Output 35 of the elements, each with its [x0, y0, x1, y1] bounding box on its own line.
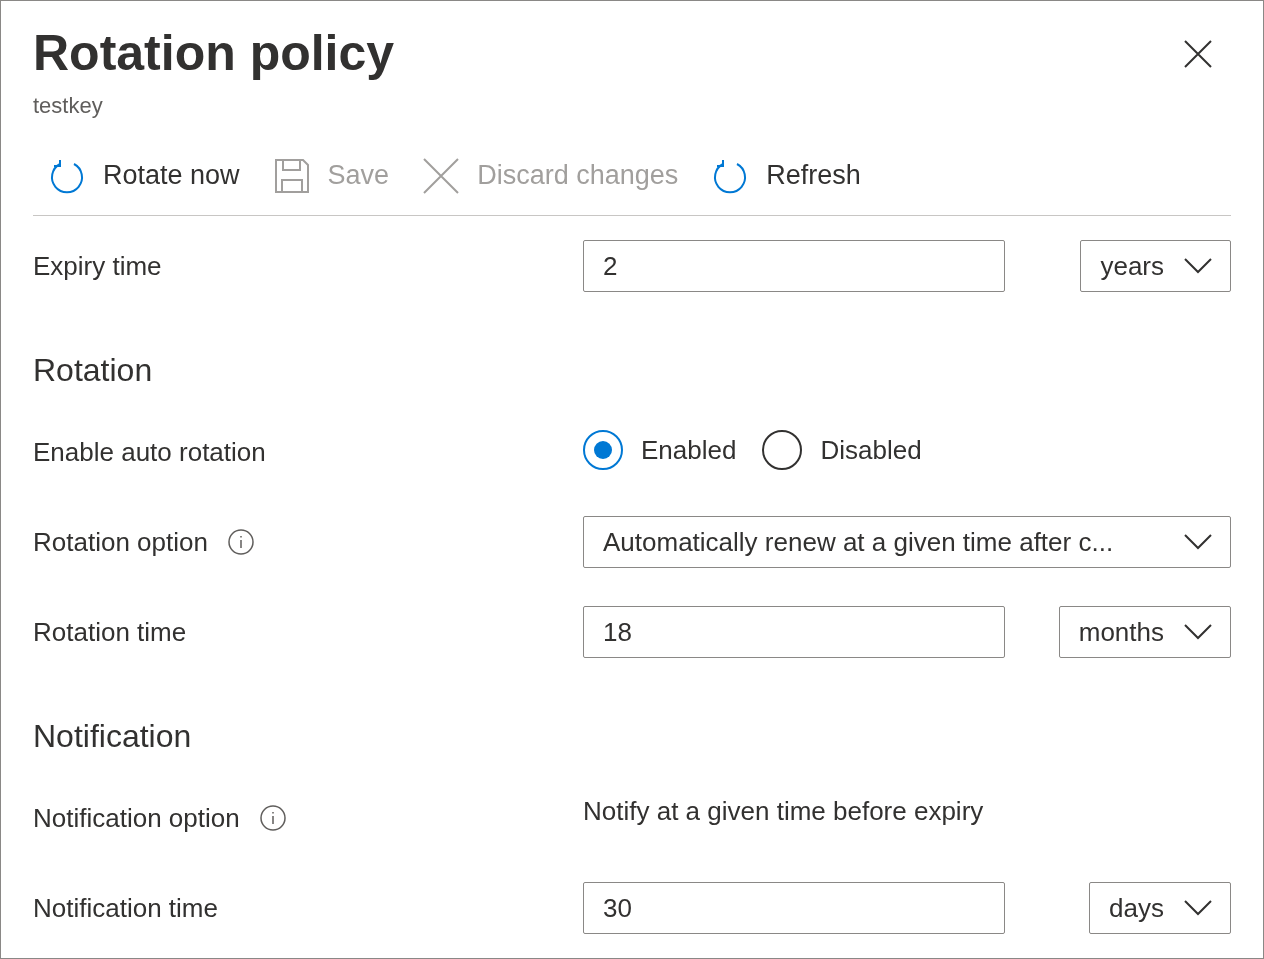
panel-subtitle: testkey — [33, 92, 104, 120]
unit-dropdown[interactable]: months — [1058, 606, 1231, 658]
chevron-down-icon — [1184, 534, 1212, 550]
radio-option[interactable]: Disabled — [762, 430, 922, 470]
field-label: Notification option — [33, 801, 240, 835]
close-icon — [423, 157, 460, 194]
unit-dropdown[interactable]: years — [1080, 240, 1231, 292]
info-icon[interactable] — [227, 529, 254, 555]
radio-button[interactable] — [762, 430, 803, 470]
save-icon — [273, 157, 310, 194]
field-label: Notification time — [33, 891, 218, 925]
field-label: Enable auto rotation — [33, 435, 266, 469]
input-field[interactable]: 30 — [583, 882, 1005, 934]
refresh-icon — [712, 157, 749, 194]
toolbar-button[interactable]: Refresh — [712, 155, 861, 196]
chevron-down-icon — [1184, 624, 1212, 640]
refresh-icon — [49, 157, 85, 194]
notification-option-value: Notify at a given time before expiry — [583, 794, 984, 828]
input-field[interactable]: 2 — [583, 240, 1005, 292]
chevron-down-icon — [1184, 258, 1212, 274]
toolbar-button[interactable]: Rotate now — [49, 155, 240, 196]
section-heading: Notification — [33, 717, 192, 756]
section-heading: Rotation — [33, 351, 153, 390]
radio-button[interactable] — [583, 430, 623, 470]
radio-option[interactable]: Enabled — [583, 430, 737, 470]
rotation-option-dropdown[interactable]: Automatically renew at a given time after c... — [583, 516, 1231, 568]
panel-title: Rotation policy — [33, 24, 395, 83]
field-label: Expiry time — [33, 249, 162, 283]
field-label: Rotation time — [33, 615, 187, 649]
unit-dropdown[interactable]: days — [1089, 882, 1231, 934]
input-field[interactable]: 18 — [583, 606, 1005, 658]
close-icon[interactable] — [1183, 39, 1213, 69]
chevron-down-icon — [1184, 900, 1212, 916]
field-label: Rotation option — [33, 525, 208, 559]
info-icon[interactable] — [259, 805, 286, 831]
